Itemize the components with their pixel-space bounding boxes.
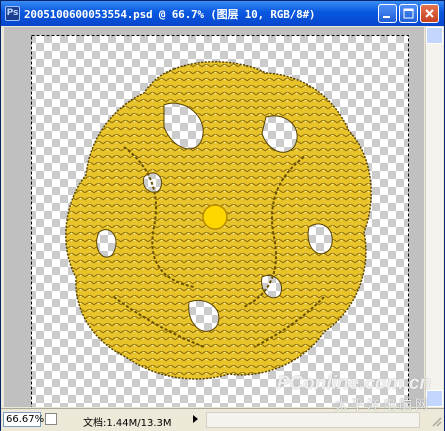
vertical-scrollbar[interactable]: [425, 27, 443, 407]
status-bar: 66.67% 文档:1.44M/13.3M: [1, 408, 444, 431]
maximize-button[interactable]: [399, 4, 418, 23]
minimize-icon: [383, 16, 390, 18]
close-button[interactable]: [420, 4, 439, 23]
scroll-down-arrow-icon[interactable]: [426, 390, 443, 407]
zoom-level-field[interactable]: 66.67%: [3, 412, 44, 427]
resize-grip-icon[interactable]: [430, 415, 442, 427]
document-status-icon[interactable]: [45, 413, 57, 425]
photoshop-icon[interactable]: Ps: [5, 6, 20, 21]
status-menu-arrow-icon[interactable]: [189, 413, 201, 425]
horizontal-scrollbar[interactable]: [206, 412, 420, 428]
document-window: Ps 2005100600053554.psd @ 66.7% (图层 10, …: [0, 0, 445, 431]
title-bar[interactable]: Ps 2005100600053554.psd @ 66.7% (图层 10, …: [1, 1, 444, 26]
document-size-info: 文档:1.44M/13.3M: [83, 418, 172, 429]
window-title: 2005100600053554.psd @ 66.7% (图层 10, RGB…: [24, 8, 316, 21]
minimize-button[interactable]: [378, 4, 397, 23]
maximize-icon: [403, 8, 414, 19]
scroll-up-arrow-icon[interactable]: [426, 27, 443, 44]
close-icon: [425, 9, 434, 18]
document-canvas[interactable]: [4, 27, 424, 407]
canvas-artwork: [4, 27, 424, 407]
